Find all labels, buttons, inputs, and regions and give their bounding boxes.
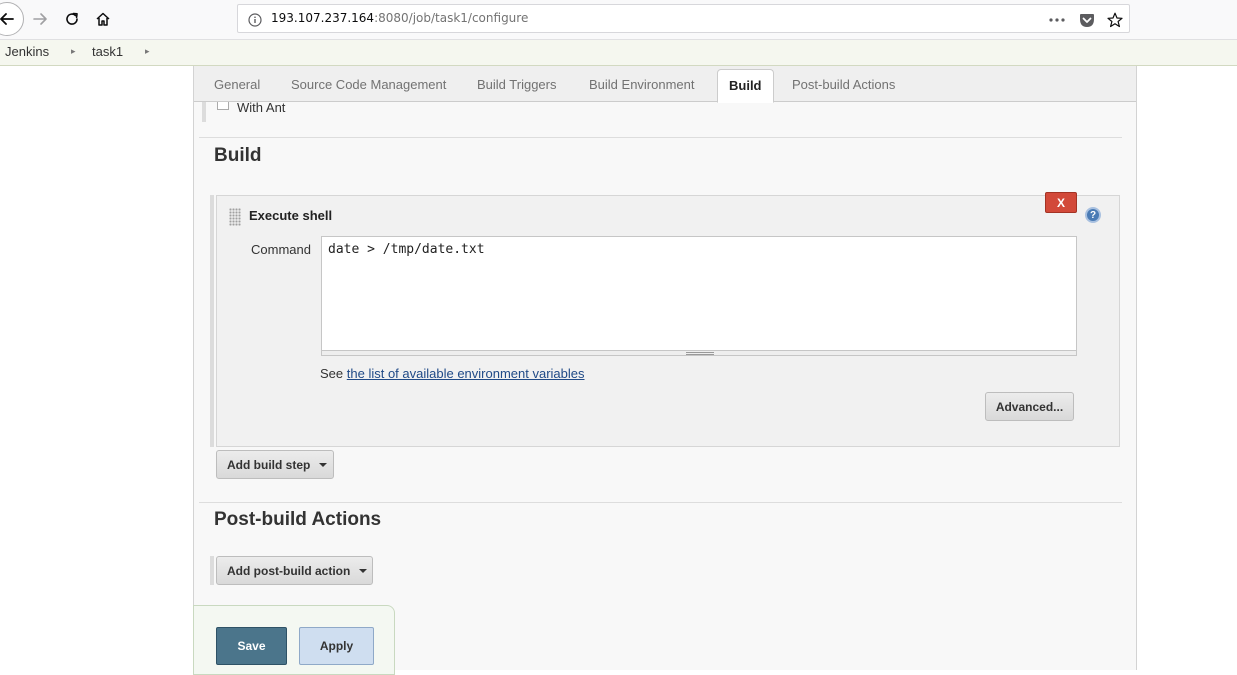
caret-down-icon	[359, 568, 368, 573]
star-icon[interactable]	[1106, 11, 1124, 29]
advanced-button[interactable]: Advanced...	[985, 392, 1074, 421]
back-arrow-icon	[0, 13, 14, 25]
info-icon[interactable]	[246, 11, 264, 29]
home-icon	[96, 12, 110, 26]
config-panel: With Ant General Source Code Management …	[193, 66, 1137, 675]
breadcrumb-separator-icon[interactable]: ▸	[145, 46, 150, 57]
back-button[interactable]	[0, 2, 24, 36]
save-button[interactable]: Save	[216, 627, 287, 665]
tab-source-code-management[interactable]: Source Code Management	[291, 77, 446, 92]
breadcrumb-separator-icon[interactable]: ▸	[71, 46, 76, 57]
url-path: :8080/job/task1/configure	[374, 11, 529, 25]
textarea-resize-handle[interactable]	[321, 350, 1077, 356]
command-label: Command	[251, 242, 311, 257]
add-build-step-label: Add build step	[227, 457, 311, 472]
help-icon[interactable]: ?	[1085, 207, 1101, 223]
resize-grip-lines	[686, 352, 714, 355]
add-build-step-button[interactable]: Add build step	[216, 450, 334, 479]
apply-button[interactable]: Apply	[299, 627, 374, 665]
forward-arrow-icon	[33, 13, 47, 25]
save-apply-bar: Save Apply	[193, 605, 395, 675]
post-build-section-title: Post-build Actions	[214, 509, 382, 530]
breadcrumb: Jenkins ▸ task1 ▸	[0, 40, 1237, 66]
build-section-title: Build	[214, 145, 262, 166]
env-variables-hint: See the list of available environment va…	[320, 366, 585, 381]
reload-button[interactable]	[58, 5, 86, 33]
add-post-build-action-label: Add post-build action	[227, 563, 351, 578]
url-bar[interactable]: 193.107.237.164:8080/job/task1/configure	[237, 4, 1130, 33]
command-textarea[interactable]: date > /tmp/date.txt	[321, 236, 1077, 355]
config-tabbar: General Source Code Management Build Tri…	[194, 66, 1136, 103]
tab-general[interactable]: General	[214, 77, 260, 92]
delete-step-button[interactable]: X	[1045, 192, 1077, 213]
with-ant-label: With Ant	[237, 100, 286, 115]
post-build-left-bar	[210, 556, 214, 585]
url-host: 193.107.237.164	[271, 11, 375, 25]
more-icon[interactable]	[1048, 11, 1066, 29]
home-button[interactable]	[89, 5, 117, 33]
browser-toolbar: 193.107.237.164:8080/job/task1/configure	[0, 0, 1237, 40]
breadcrumb-item-task1[interactable]: task1	[92, 44, 123, 59]
drag-handle-icon[interactable]	[229, 208, 241, 226]
env-variables-link[interactable]: the list of available environment variab…	[347, 366, 585, 381]
url-text: 193.107.237.164:8080/job/task1/configure	[271, 11, 528, 25]
add-post-build-action-button[interactable]: Add post-build action	[216, 556, 373, 585]
tab-build-environment[interactable]: Build Environment	[589, 77, 695, 92]
section-divider	[199, 137, 1122, 138]
tab-post-build-actions[interactable]: Post-build Actions	[792, 77, 895, 92]
execute-shell-step: Execute shell X ? Command date > /tmp/da…	[216, 192, 1120, 447]
pocket-icon[interactable]	[1078, 11, 1096, 29]
tab-build-triggers[interactable]: Build Triggers	[477, 77, 556, 92]
breadcrumb-item-jenkins[interactable]: Jenkins	[5, 44, 49, 59]
section-divider	[199, 502, 1122, 503]
step-title: Execute shell	[249, 208, 333, 223]
reload-icon	[66, 12, 78, 25]
forward-button[interactable]	[26, 5, 54, 33]
tab-build[interactable]: Build	[717, 69, 774, 103]
build-step-left-bar	[210, 195, 214, 447]
env-variables-prefix: See	[320, 366, 344, 381]
caret-down-icon	[319, 462, 328, 467]
